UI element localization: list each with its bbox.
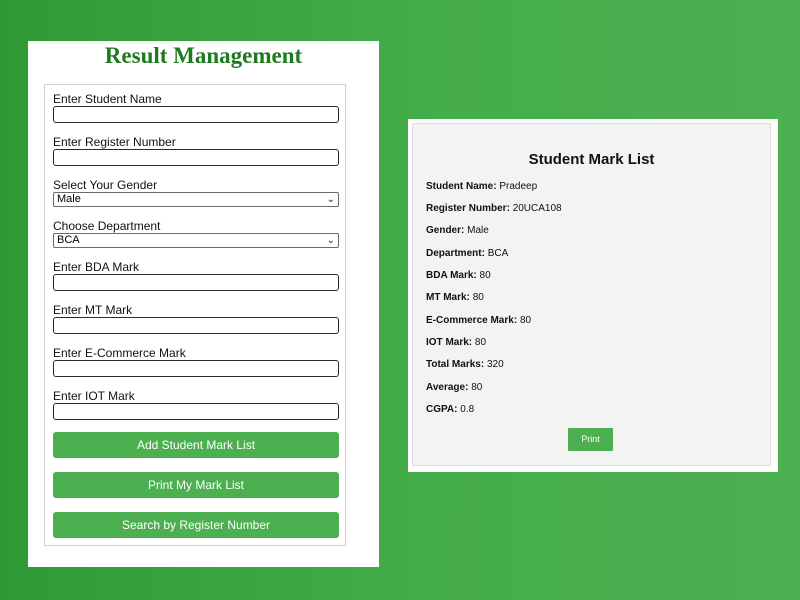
gender-label: Select Your Gender [53, 178, 158, 192]
mark-list-card: Student Mark List Student Name: Pradeep … [412, 123, 771, 466]
print-my-mark-list-button[interactable]: Print My Mark List [53, 472, 339, 498]
mt-mark-input[interactable] [53, 317, 339, 334]
student-name-label: Enter Student Name [53, 92, 162, 106]
register-number-label: Enter Register Number [53, 135, 176, 149]
iot-mark-label: Enter IOT Mark [53, 389, 135, 403]
info-key: Department: [426, 248, 485, 259]
ecommerce-mark-input[interactable] [53, 360, 339, 377]
chevron-down-icon: ⌄ [326, 235, 335, 246]
info-key: BDA Mark: [426, 270, 477, 281]
info-key: E-Commerce Mark: [426, 315, 518, 326]
info-value: 0.8 [460, 404, 475, 415]
info-value: Male [467, 225, 489, 236]
info-value: Pradeep [499, 181, 538, 192]
info-row-total-marks: Total Marks: 320 [426, 359, 504, 371]
info-value: 80 [474, 337, 487, 348]
gender-select[interactable]: Male ⌄ [53, 192, 339, 207]
mark-list-panel: Student Mark List Student Name: Pradeep … [408, 119, 778, 472]
info-row-bda-mark: BDA Mark: 80 [426, 270, 491, 282]
info-row-iot-mark: IOT Mark: 80 [426, 337, 486, 349]
info-key: IOT Mark: [426, 337, 473, 348]
info-row-gender: Gender: Male [426, 225, 489, 237]
search-by-register-number-button[interactable]: Search by Register Number [53, 512, 339, 538]
info-value: 20UCA108 [512, 203, 562, 214]
mt-mark-label: Enter MT Mark [53, 303, 133, 317]
info-row-department: Department: BCA [426, 248, 508, 260]
bda-mark-label: Enter BDA Mark [53, 260, 140, 274]
info-row-mt-mark: MT Mark: 80 [426, 292, 484, 304]
gender-selected-value: Male [57, 193, 81, 205]
info-key: Average: [426, 382, 469, 393]
info-key: Student Name: [426, 181, 497, 192]
info-key: Total Marks: [426, 359, 485, 370]
info-row-register-number: Register Number: 20UCA108 [426, 203, 562, 215]
info-row-average: Average: 80 [426, 382, 482, 394]
print-button[interactable]: Print [568, 428, 613, 451]
info-key: MT Mark: [426, 292, 470, 303]
info-value: 80 [479, 270, 491, 281]
info-value: 80 [472, 292, 484, 303]
info-value: 80 [471, 382, 483, 393]
info-key: CGPA: [426, 404, 458, 415]
register-number-input[interactable] [53, 149, 339, 166]
info-row-student-name: Student Name: Pradeep [426, 181, 537, 193]
info-value: BCA [487, 248, 509, 259]
result-form-panel: Result Management Enter Student Name Ent… [28, 41, 379, 567]
bda-mark-input[interactable] [53, 274, 339, 291]
chevron-down-icon: ⌄ [326, 194, 335, 205]
page-title: Result Management [104, 43, 303, 68]
add-student-mark-list-button[interactable]: Add Student Mark List [53, 432, 339, 458]
info-value: 320 [486, 359, 504, 370]
info-value: 80 [519, 315, 532, 326]
info-row-ecommerce-mark: E-Commerce Mark: 80 [426, 315, 531, 327]
info-key: Register Number: [426, 203, 510, 214]
department-label: Choose Department [53, 219, 161, 233]
student-form: Enter Student Name Enter Register Number… [44, 84, 346, 546]
iot-mark-input[interactable] [53, 403, 339, 420]
mark-list-title: Student Mark List [528, 151, 655, 168]
info-key: Gender: [426, 225, 465, 236]
department-selected-value: BCA [57, 234, 80, 246]
student-name-input[interactable] [53, 106, 339, 123]
info-row-cgpa: CGPA: 0.8 [426, 404, 474, 416]
ecommerce-mark-label: Enter E-Commerce Mark [53, 346, 186, 360]
department-select[interactable]: BCA ⌄ [53, 233, 339, 248]
